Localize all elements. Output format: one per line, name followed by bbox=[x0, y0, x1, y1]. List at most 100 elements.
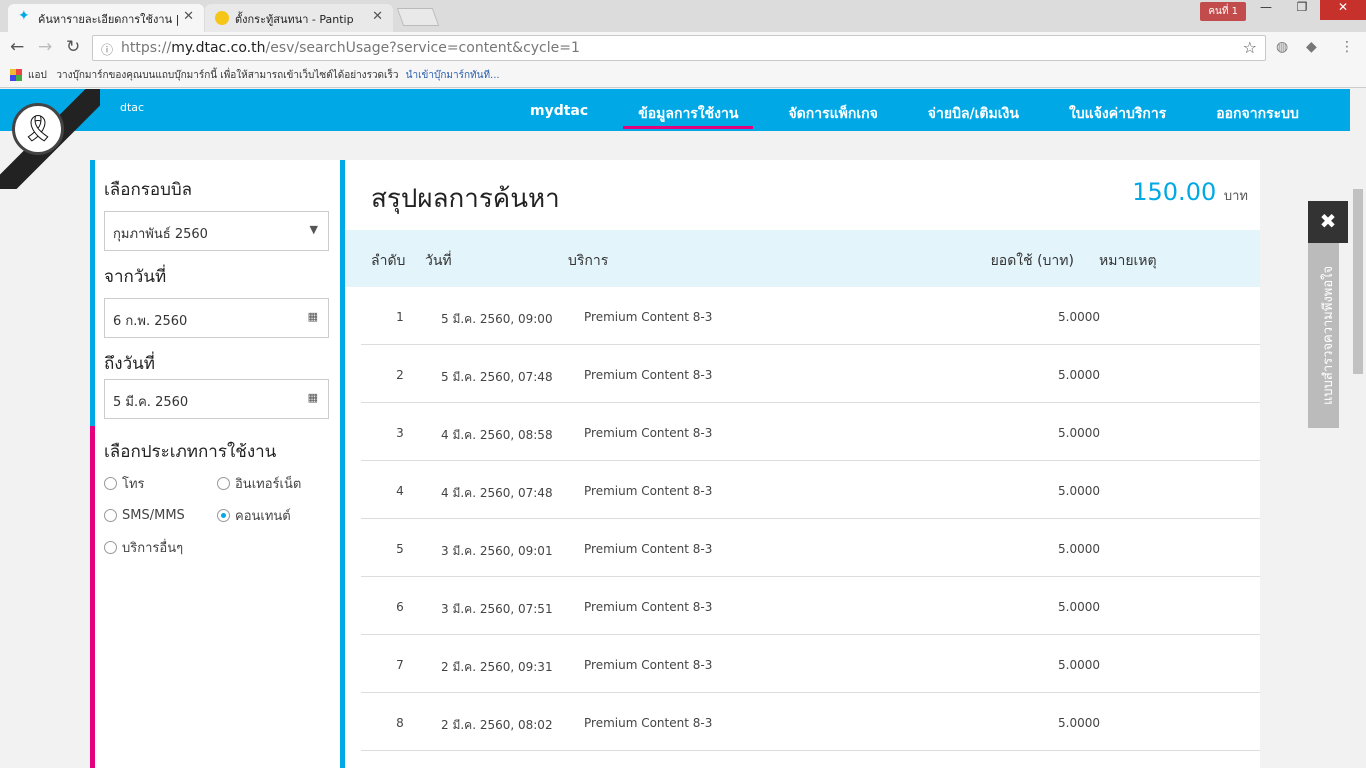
row-service: Premium Content 8-3 bbox=[584, 542, 713, 556]
row-index: 3 bbox=[396, 426, 404, 440]
cycle-label: เลือกรอบบิล bbox=[104, 180, 193, 200]
address-bar[interactable]: ⓘ https://my.dtac.co.th/esv/searchUsage?… bbox=[92, 35, 1266, 61]
scrollbar[interactable] bbox=[1350, 89, 1366, 768]
import-bookmarks-link[interactable]: นำเข้าบุ๊กมาร์กทันที... bbox=[406, 70, 500, 81]
apps-link[interactable]: แอป bbox=[28, 70, 47, 81]
site-header: dtac mydtac ข้อมูลการใช้งาน จัดการแพ็กเก… bbox=[0, 89, 1350, 131]
tab-pantip[interactable]: ตั้งกระทู้สนทนา - Pantip ✕ bbox=[205, 4, 393, 32]
url-path: /esv/searchUsage?service=content&cycle=1 bbox=[265, 40, 580, 56]
calendar-icon[interactable]: ▦ bbox=[308, 310, 318, 323]
url-host: my.dtac.co.th bbox=[171, 40, 266, 56]
table-row: 1 5 มี.ค. 2560, 09:00 Premium Content 8-3 5… bbox=[361, 287, 1260, 345]
mourning-ribbon: 🎗 bbox=[0, 89, 100, 189]
row-amount: 5.0000 bbox=[1058, 310, 1100, 324]
row-date: 3 มี.ค. 2560, 07:51 bbox=[441, 602, 553, 616]
url-prefix: https:// bbox=[121, 40, 172, 56]
bookmarks-bar: แอป วางบุ๊กมาร์กของคุณบนแถบบุ๊กมาร์กนี้ … bbox=[0, 62, 1366, 88]
browser-toolbar: ← → ↻ ⓘ https://my.dtac.co.th/esv/search… bbox=[0, 32, 1366, 62]
tab-title: ตั้งกระทู้สนทนา - Pantip bbox=[235, 13, 354, 26]
extension-icon[interactable]: ◆ bbox=[1306, 39, 1317, 55]
row-service: Premium Content 8-3 bbox=[584, 426, 713, 440]
row-amount: 5.0000 bbox=[1058, 716, 1100, 730]
row-service: Premium Content 8-3 bbox=[584, 600, 713, 614]
forward-icon[interactable]: → bbox=[38, 37, 52, 57]
scrollbar-thumb[interactable] bbox=[1353, 189, 1363, 374]
filter-sidebar: เลือกรอบบิล กุมภาพันธ์ 2560 ▼ จากวันที่ 6… bbox=[90, 160, 340, 768]
row-index: 4 bbox=[396, 484, 404, 498]
row-index: 8 bbox=[396, 716, 404, 730]
row-date: 5 มี.ค. 2560, 09:00 bbox=[441, 312, 553, 326]
new-tab-button[interactable] bbox=[396, 8, 440, 26]
row-index: 5 bbox=[396, 542, 404, 556]
survey-button[interactable]: แบบสำรวจความพึงพอใจ bbox=[1308, 243, 1339, 428]
to-date-input[interactable]: 5 มี.ค. 2560 ▦ bbox=[104, 379, 329, 419]
menu-icon[interactable]: ⋮ bbox=[1340, 39, 1354, 55]
row-amount: 5.0000 bbox=[1058, 368, 1100, 382]
row-date: 4 มี.ค. 2560, 07:48 bbox=[441, 486, 553, 500]
col-service: บริการ bbox=[568, 253, 609, 269]
menu-mydtac[interactable]: mydtac bbox=[505, 89, 613, 131]
from-date-label: จากวันที่ bbox=[104, 267, 167, 287]
radio-other[interactable]: บริการอื่นๆ bbox=[104, 537, 217, 558]
to-date-value: 5 มี.ค. 2560 bbox=[113, 395, 189, 410]
row-date: 2 มี.ค. 2560, 08:02 bbox=[441, 718, 553, 732]
close-tab-icon[interactable]: ✕ bbox=[372, 9, 383, 24]
row-service: Premium Content 8-3 bbox=[584, 310, 713, 324]
currency: บาท bbox=[1223, 189, 1248, 204]
close-tab-icon[interactable]: ✕ bbox=[183, 9, 194, 24]
back-icon[interactable]: ← bbox=[10, 37, 24, 57]
table-row: 2 5 มี.ค. 2560, 07:48 Premium Content 8-3 5… bbox=[361, 345, 1260, 403]
row-service: Premium Content 8-3 bbox=[584, 484, 713, 498]
tab-title: ค้นหารายละเอียดการใช้งาน | bbox=[38, 13, 180, 26]
calendar-icon[interactable]: ▦ bbox=[308, 391, 318, 404]
table-row: 7 2 มี.ค. 2560, 09:31 Premium Content 8-3 5… bbox=[361, 635, 1260, 693]
extension-globe-icon[interactable]: ◍ bbox=[1276, 39, 1288, 55]
menu-payment[interactable]: จ่ายบิล/เติมเงิน bbox=[903, 89, 1044, 131]
menu-bill[interactable]: ใบแจ้งค่าบริการ bbox=[1044, 89, 1191, 131]
results-panel: สรุปผลการค้นหา 150.00 บาท ลำดับ วันที่ บ… bbox=[340, 160, 1260, 768]
from-date-value: 6 ก.พ. 2560 bbox=[113, 314, 188, 329]
row-service: Premium Content 8-3 bbox=[584, 658, 713, 672]
table-row: 3 4 มี.ค. 2560, 08:58 Premium Content 8-3 5… bbox=[361, 403, 1260, 461]
maximize-icon[interactable]: ❐ bbox=[1284, 0, 1320, 20]
usage-type-label: เลือกประเภทการใช้งาน bbox=[104, 442, 277, 462]
table-row: 6 3 มี.ค. 2560, 07:51 Premium Content 8-3 5… bbox=[361, 577, 1260, 635]
pantip-favicon-icon bbox=[215, 11, 229, 25]
bookmark-star-icon[interactable]: ☆ bbox=[1243, 38, 1257, 57]
dtac-logo[interactable]: dtac bbox=[120, 101, 144, 114]
menu-logout[interactable]: ออกจากระบบ bbox=[1191, 89, 1324, 131]
col-note: หมายเหตุ bbox=[1099, 253, 1157, 269]
close-icon[interactable]: ✖ bbox=[1308, 201, 1348, 243]
black-ribbon-icon: 🎗 bbox=[12, 103, 64, 155]
profile-button[interactable]: คนที่ 1 bbox=[1200, 2, 1246, 21]
page-title: สรุปผลการค้นหา bbox=[371, 184, 560, 214]
radio-sms[interactable]: SMS/MMS bbox=[104, 505, 217, 526]
chevron-down-icon: ▼ bbox=[309, 223, 318, 236]
row-amount: 5.0000 bbox=[1058, 484, 1100, 498]
menu-usage[interactable]: ข้อมูลการใช้งาน bbox=[613, 89, 763, 131]
row-service: Premium Content 8-3 bbox=[584, 368, 713, 382]
col-date: วันที่ bbox=[425, 253, 452, 269]
tab-dtac[interactable]: ✦ ค้นหารายละเอียดการใช้งาน | ✕ bbox=[8, 4, 204, 32]
apps-icon[interactable] bbox=[10, 69, 22, 81]
col-index: ลำดับ bbox=[371, 253, 406, 269]
row-date: 5 มี.ค. 2560, 07:48 bbox=[441, 370, 553, 384]
radio-internet[interactable]: อินเทอร์เน็ต bbox=[217, 473, 327, 494]
menu-package[interactable]: จัดการแพ็กเกจ bbox=[763, 89, 902, 131]
radio-content[interactable]: คอนเทนต์ bbox=[217, 505, 327, 526]
close-window-icon[interactable]: ✕ bbox=[1320, 0, 1366, 20]
browser-tab-bar: ✦ ค้นหารายละเอียดการใช้งาน | ✕ ตั้งกระทู… bbox=[0, 0, 1366, 32]
reload-icon[interactable]: ↻ bbox=[66, 37, 80, 57]
minimize-icon[interactable]: — bbox=[1248, 0, 1284, 20]
dtac-favicon-icon: ✦ bbox=[18, 8, 30, 24]
cycle-value: กุมภาพันธ์ 2560 bbox=[113, 227, 208, 242]
cycle-select[interactable]: กุมภาพันธ์ 2560 ▼ bbox=[104, 211, 329, 251]
from-date-input[interactable]: 6 ก.พ. 2560 ▦ bbox=[104, 298, 329, 338]
row-index: 7 bbox=[396, 658, 404, 672]
row-amount: 5.0000 bbox=[1058, 658, 1100, 672]
row-date: 4 มี.ค. 2560, 08:58 bbox=[441, 428, 553, 442]
radio-call[interactable]: โทร bbox=[104, 473, 217, 494]
row-date: 2 มี.ค. 2560, 09:31 bbox=[441, 660, 553, 674]
row-index: 2 bbox=[396, 368, 404, 382]
table-row: 4 4 มี.ค. 2560, 07:48 Premium Content 8-3 5… bbox=[361, 461, 1260, 519]
